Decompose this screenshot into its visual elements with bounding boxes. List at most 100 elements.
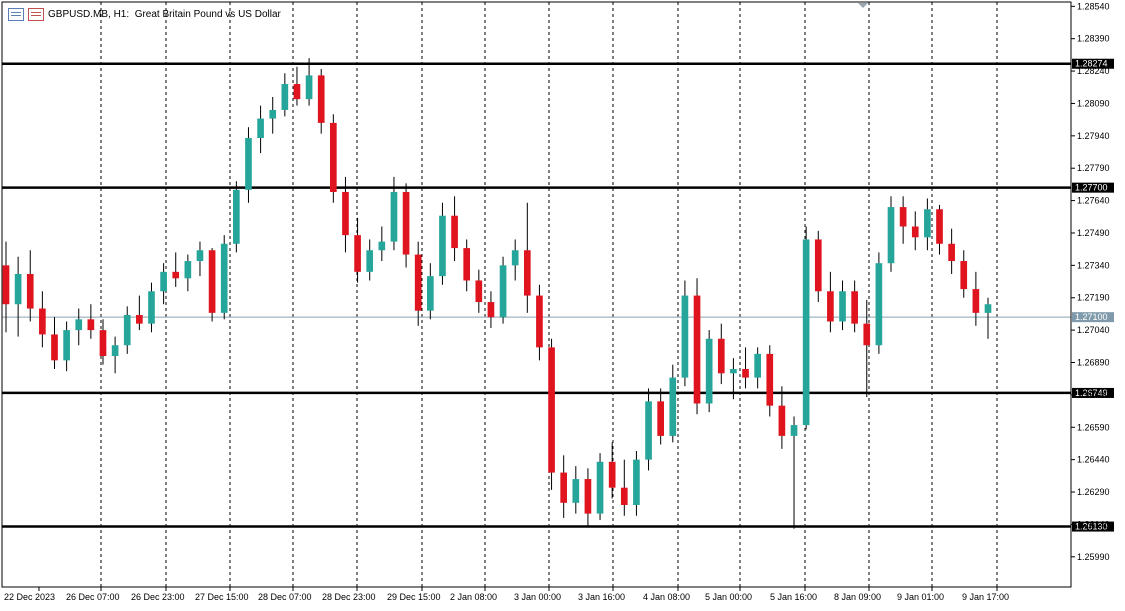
x-tick-label: 29 Dec 15:00 [387, 592, 441, 602]
bearish-candle [26, 273, 34, 309]
y-tick-label: 1.27790 [1077, 163, 1110, 173]
y-tick-label: 1.27040 [1077, 325, 1110, 335]
y-tick-label: 1.27490 [1077, 228, 1110, 238]
y-tick-label: 1.26890 [1077, 357, 1110, 367]
bearish-candle [560, 472, 568, 503]
y-tick-label: 1.28240 [1077, 66, 1110, 76]
bullish-candle [111, 345, 119, 357]
bearish-candle [948, 243, 955, 262]
bullish-candle [730, 368, 737, 374]
bearish-candle [2, 265, 10, 305]
bearish-candle [620, 487, 628, 505]
bullish-candle [426, 276, 434, 311]
y-tick-label: 1.28540 [1077, 1, 1110, 11]
level-price-label: 1.27700 [1075, 183, 1108, 193]
bearish-candle [693, 295, 701, 404]
chart-window[interactable]: 1.28274 1.27700 1.26749 1.26130 1.27100 22 D… [0, 0, 1125, 606]
bullish-candle [875, 263, 883, 346]
bullish-candle [305, 75, 313, 100]
bearish-candle [463, 248, 471, 281]
y-tick-label: 1.27640 [1077, 196, 1110, 206]
y-tick-label: 1.25990 [1077, 552, 1110, 562]
x-tick-label: 4 Jan 08:00 [643, 592, 690, 602]
x-tick-label: 9 Jan 17:00 [962, 592, 1009, 602]
bearish-candle [657, 401, 665, 436]
bullish-candle [754, 353, 761, 378]
bullish-candle [681, 295, 689, 378]
bearish-candle [911, 226, 919, 238]
bullish-candle [705, 338, 713, 404]
x-tick-label: 26 Dec 07:00 [66, 592, 120, 602]
bullish-candle [196, 250, 204, 262]
bearish-candle [778, 405, 786, 436]
bearish-candle [329, 122, 337, 192]
x-tick-label: 9 Jan 01:00 [897, 592, 944, 602]
bullish-candle [669, 377, 677, 436]
bearish-candle [99, 330, 107, 357]
bullish-candle [645, 401, 652, 460]
bearish-candle [475, 280, 483, 303]
x-tick-label: 22 Dec 2023 [4, 592, 55, 602]
bullish-candle [148, 291, 155, 324]
bullish-candle [184, 261, 192, 279]
bearish-candle [317, 75, 325, 123]
x-tick-label: 5 Jan 00:00 [705, 592, 752, 602]
bullish-candle [572, 479, 580, 503]
bearish-candle [936, 209, 943, 244]
y-tick-label: 1.26290 [1077, 487, 1110, 497]
bullish-candle [633, 459, 640, 505]
bullish-candle [366, 250, 374, 272]
bearish-candle [827, 291, 834, 322]
y-tick-label: 1.28090 [1077, 98, 1110, 108]
bullish-candle [378, 241, 386, 251]
bullish-candle [63, 330, 70, 361]
bearish-candle [851, 291, 858, 324]
y-tick-label: 1.26440 [1077, 455, 1110, 465]
bearish-candle [87, 319, 95, 331]
bearish-candle [717, 338, 725, 374]
bullish-candle [887, 207, 895, 264]
price-chart[interactable]: 1.282741.277001.267491.261301.27100 22 D… [0, 0, 1125, 606]
bullish-candle [439, 215, 446, 277]
bullish-candle [233, 189, 240, 244]
chart-header: GBPUSD.MB , H1: Great Britain Pound vs U… [8, 6, 281, 22]
bearish-candle [742, 368, 749, 378]
y-tick-label: 1.27340 [1077, 260, 1110, 270]
bullish-candle [281, 84, 289, 110]
bearish-candle [451, 215, 458, 249]
bullish-candle [790, 425, 798, 436]
bullish-candle [984, 304, 992, 313]
bullish-candle [220, 243, 228, 313]
bullish-candle [75, 319, 83, 331]
bearish-candle [39, 308, 46, 335]
y-tick-label: 1.26590 [1077, 422, 1110, 432]
bearish-candle [293, 84, 301, 100]
bullish-candle [839, 291, 846, 322]
bullish-candle [245, 137, 252, 190]
timeframe-label: H1: [113, 8, 130, 20]
bearish-candle [814, 239, 822, 292]
chart-settings-icon[interactable] [28, 7, 44, 21]
window-list-icon[interactable] [8, 7, 24, 21]
y-tick-label: 1.27940 [1077, 131, 1110, 141]
bullish-candle [160, 271, 167, 292]
bullish-candle [257, 118, 264, 138]
bearish-candle [608, 461, 616, 488]
bearish-candle [136, 315, 143, 324]
bullish-candle [499, 265, 507, 318]
bearish-candle [402, 191, 410, 255]
bearish-candle [584, 479, 592, 514]
x-tick-label: 5 Jan 16:00 [770, 592, 817, 602]
bullish-candle [390, 191, 398, 242]
y-tick-label: 1.26740 [1077, 390, 1110, 400]
bearish-candle [172, 271, 180, 279]
bullish-candle [269, 109, 277, 119]
y-tick-label: 1.27190 [1077, 293, 1110, 303]
bearish-candle [487, 302, 495, 318]
x-tick-label: 28 Dec 07:00 [258, 592, 312, 602]
bearish-candle [766, 353, 774, 406]
bullish-candle [123, 315, 131, 346]
bearish-candle [523, 250, 531, 296]
bearish-candle [899, 207, 907, 227]
bearish-candle [51, 334, 58, 361]
